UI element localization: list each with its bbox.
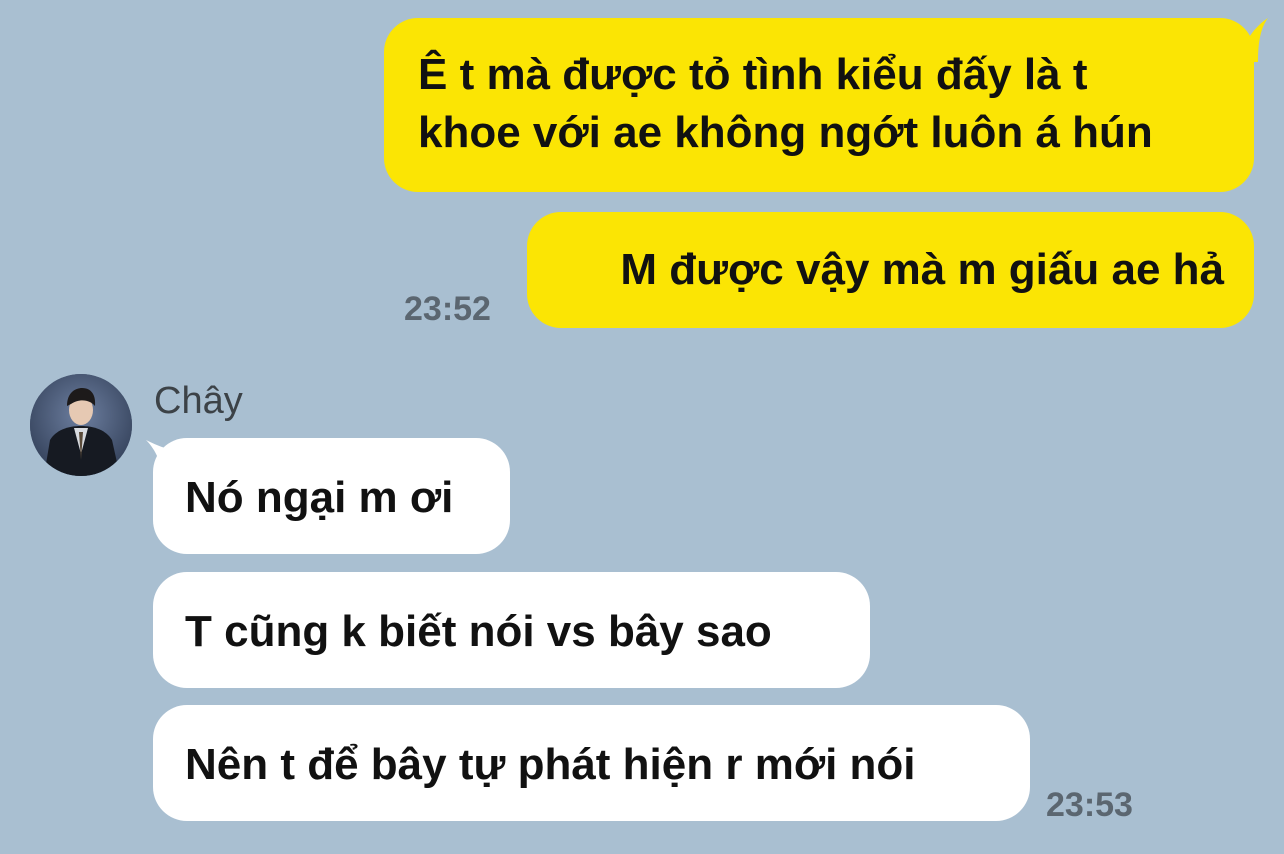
message-timestamp: 23:53: [1046, 786, 1133, 824]
sent-message-line: khoe với ae không ngớt luôn á hún: [418, 108, 1153, 157]
avatar[interactable]: [30, 374, 132, 476]
sender-name: Chây: [154, 380, 243, 422]
sent-message[interactable]: M được vậy mà m giấu ae hả: [527, 212, 1254, 328]
message-timestamp: 23:52: [404, 290, 491, 328]
avatar-photo-icon: [30, 374, 132, 476]
received-message[interactable]: Nó ngại m ơi: [153, 438, 510, 554]
received-message-text: T cũng k biết nói vs bây sao: [185, 607, 772, 656]
sent-message[interactable]: Ê t mà được tỏ tình kiểu đấy là t khoe v…: [384, 18, 1254, 192]
sent-message-text: M được vậy mà m giấu ae hả: [620, 245, 1224, 294]
received-message-text: Nó ngại m ơi: [185, 473, 454, 522]
chat-window: Ê t mà được tỏ tình kiểu đấy là t khoe v…: [0, 0, 1284, 854]
received-message[interactable]: Nên t để bây tự phát hiện r mới nói: [153, 705, 1030, 821]
received-message-text: Nên t để bây tự phát hiện r mới nói: [185, 740, 916, 789]
sent-message-line: Ê t mà được tỏ tình kiểu đấy là t: [418, 50, 1088, 99]
received-message[interactable]: T cũng k biết nói vs bây sao: [153, 572, 870, 688]
